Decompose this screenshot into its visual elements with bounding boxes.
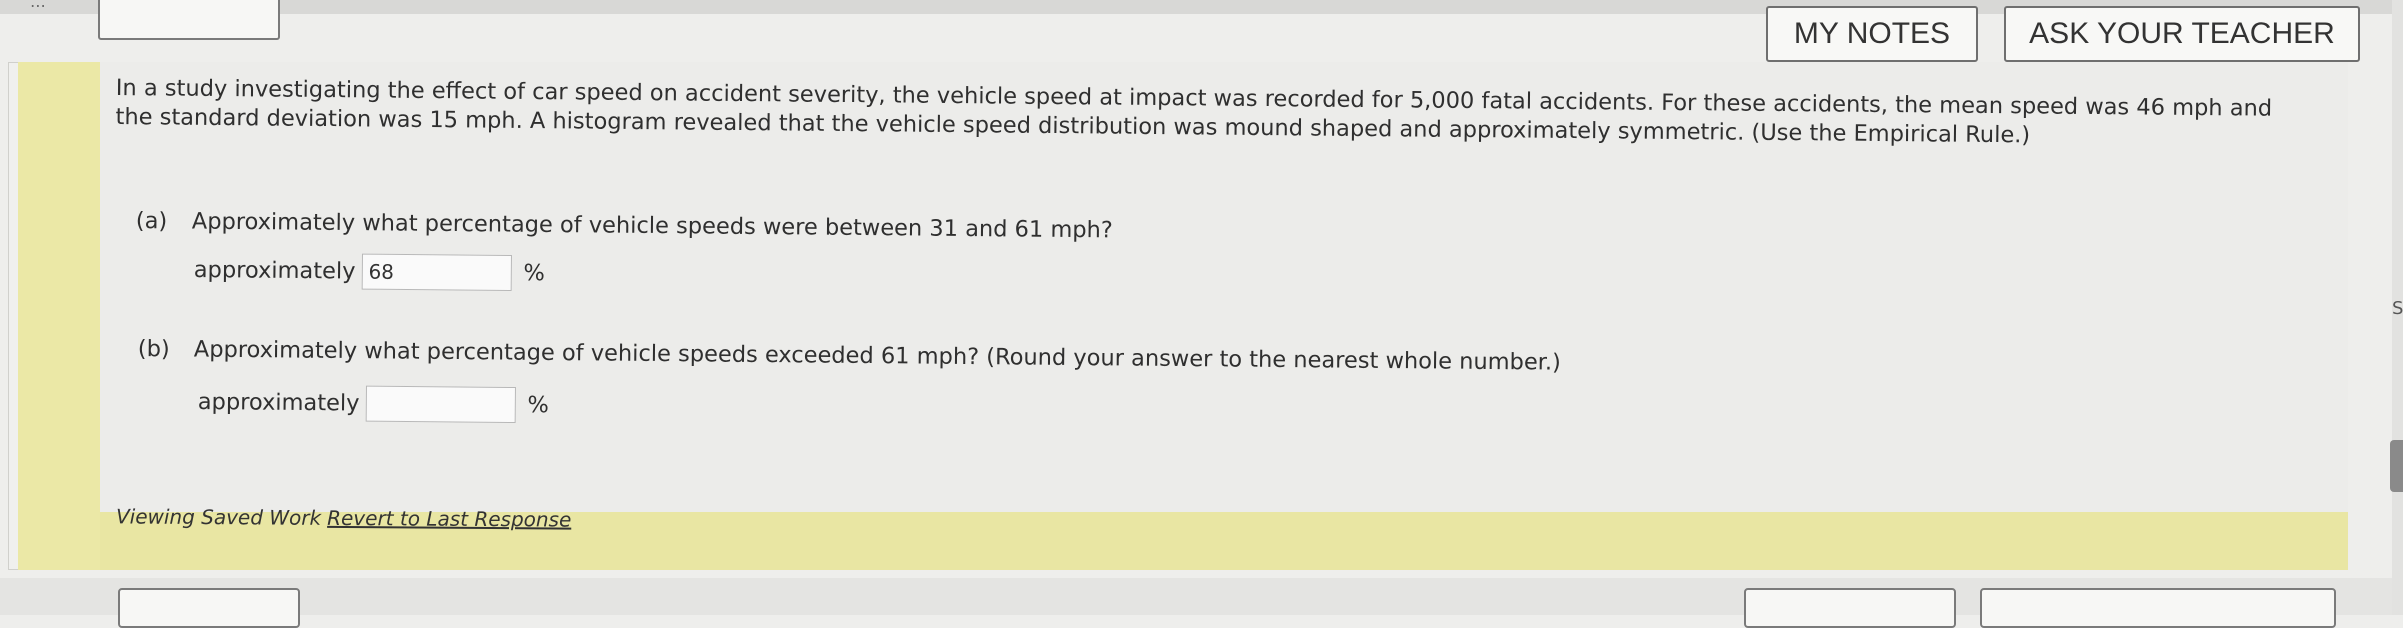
part-a-unit: % <box>523 260 546 287</box>
part-b-answer-input[interactable] <box>365 385 516 424</box>
part-b-answer-row: approximately% <box>197 384 550 424</box>
question-status-bar <box>18 62 100 570</box>
saved-work-label: Viewing Saved Work <box>115 504 322 530</box>
my-notes-button[interactable]: MY NOTES <box>1766 6 1978 62</box>
ask-your-teacher-button[interactable]: ASK YOUR TEACHER <box>2004 6 2360 62</box>
details-button[interactable] <box>98 0 280 40</box>
revert-link[interactable]: Revert to Last Response <box>327 506 571 532</box>
ellipsis-icon: ⋯ <box>30 0 48 15</box>
next-my-notes-button[interactable] <box>1744 588 1956 628</box>
saved-work-status: Viewing Saved Work Revert to Last Respons… <box>116 504 571 531</box>
scroll-handle[interactable] <box>2390 440 2403 492</box>
part-a-letter: (a) <box>135 208 168 235</box>
part-b-letter: (b) <box>137 336 170 363</box>
part-a-answer-row: approximately 68% <box>193 252 546 292</box>
part-a-answer-label: approximately <box>193 256 356 285</box>
next-details-button[interactable] <box>118 588 300 628</box>
next-ask-teacher-button[interactable] <box>1980 588 2336 628</box>
part-b-unit: % <box>527 392 550 419</box>
part-b-answer-label: approximately <box>197 388 360 417</box>
part-a-answer-input[interactable]: 68 <box>361 253 512 292</box>
edge-letter: S <box>2392 298 2403 319</box>
